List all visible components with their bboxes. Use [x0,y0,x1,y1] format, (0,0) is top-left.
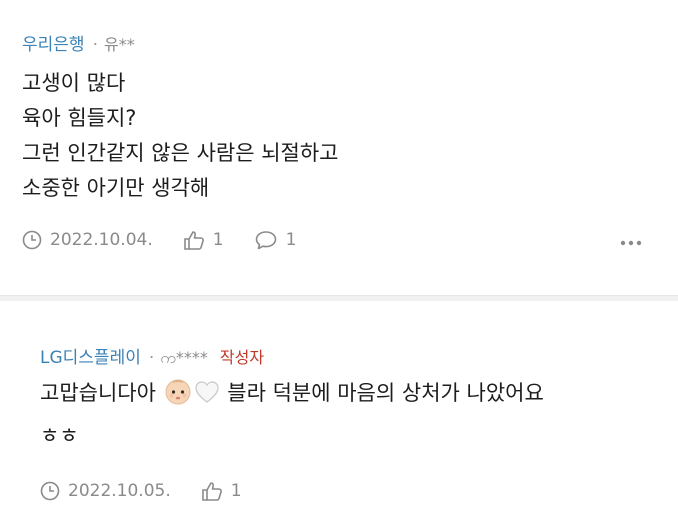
comment-meta: 우리은행 · 유** [22,34,678,56]
like-count: 1 [212,230,224,250]
more-options-icon[interactable] [620,235,642,246]
comment: 우리은행 · 유** 고생이 많다 육아 힘들지? 그런 인간같지 않은 사람은… [0,0,678,295]
company-name[interactable]: 우리은행 [22,34,85,56]
speech-bubble-icon [255,231,276,250]
comment-footer: 2022.10.04. 1 1 [22,230,678,250]
author-badge: 작성자 [219,348,265,367]
thumbs-up-icon [183,231,204,250]
white-heart-emoji-icon [193,378,221,418]
date-text: 2022.10.04. [50,230,153,250]
baby-face-emoji-icon [163,376,193,418]
reply-text: 고맙습니다아 블라 덕분에 마음의 상처가 나았어요 ㅎㅎ [40,375,678,455]
clock-icon [22,230,42,250]
like-count: 1 [230,481,242,501]
reply-count: 1 [285,230,297,250]
company-name[interactable]: LG디스플레이 [40,347,141,369]
reply-text-end: 블라 덕분에 마음의 상처가 나았어요 [220,381,544,405]
reply-date: 2022.10.05. [40,481,171,501]
reply-text-start: 고맙습니다아 [40,381,163,405]
like-button[interactable]: 1 [201,481,242,501]
like-button[interactable]: 1 [183,230,224,250]
reply-button[interactable]: 1 [254,230,297,250]
thumbs-up-icon [201,482,222,501]
nickname: က**** [160,348,208,367]
reply-meta: LG디스플레이 · က**** 작성자 [40,347,678,369]
reply: LG디스플레이 · က**** 작성자 고맙습니다아 블라 덕분에 마음의 상처… [0,301,678,518]
clock-icon [40,481,60,501]
comment-text: 고생이 많다 육아 힘들지? 그런 인간같지 않은 사람은 뇌절하고 소중한 아… [22,71,339,200]
comment-date: 2022.10.04. [22,230,153,250]
separator-dot: · [148,348,155,368]
nickname: 유** [103,35,135,54]
reply-footer: 2022.10.05. 1 [40,481,678,501]
reply-text-line2: ㅎㅎ [40,424,79,448]
date-text: 2022.10.05. [68,481,171,501]
separator-dot: · [92,35,98,55]
